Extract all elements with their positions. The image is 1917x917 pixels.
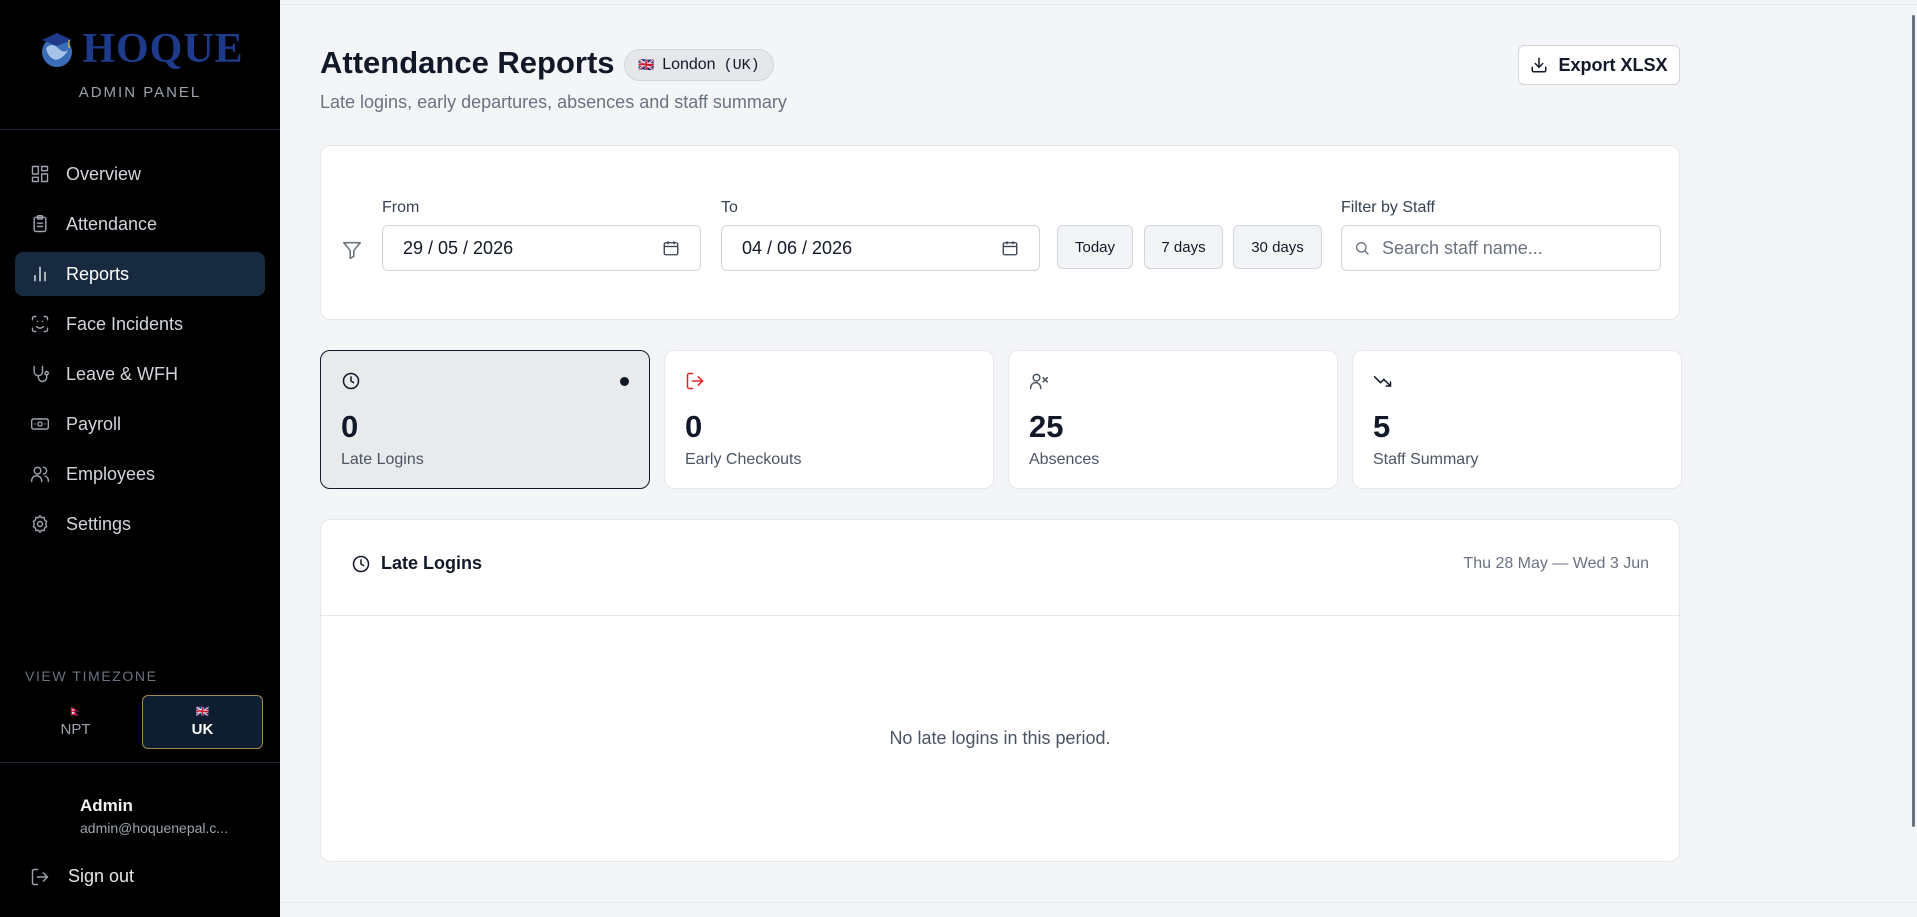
globe-logo-icon (36, 28, 78, 70)
late-logins-panel: Late Logins Thu 28 May — Wed 3 Jun No la… (320, 519, 1680, 862)
staff-search-input[interactable] (1382, 237, 1652, 259)
stat-label: Early Checkouts (685, 451, 802, 468)
stethoscope-icon (30, 364, 50, 384)
stat-label: Late Logins (341, 451, 424, 468)
stat-value: 0 (685, 409, 703, 444)
stat-value: 0 (341, 409, 359, 444)
stat-card-late-logins[interactable]: 0 Late Logins (320, 350, 650, 489)
nav-label: Reports (66, 263, 130, 284)
from-date-value: 29 / 05 / 2026 (403, 237, 514, 258)
filter-panel: From 29 / 05 / 2026 To 04 / 06 / 2026 To… (320, 145, 1680, 320)
stat-value: 5 (1373, 409, 1391, 444)
stat-card-staff-summary[interactable]: 5 Staff Summary (1352, 350, 1682, 489)
nav-item-employees[interactable]: Employees (15, 452, 265, 496)
staff-search-field[interactable] (1341, 225, 1661, 271)
staff-filter-label: Filter by Staff (1341, 199, 1435, 216)
selected-indicator (620, 377, 629, 386)
gear-icon (30, 514, 50, 534)
banknote-icon (30, 414, 50, 434)
nav-item-payroll[interactable]: Payroll (15, 402, 265, 446)
nav-label: Face Incidents (66, 313, 184, 334)
sign-out-button[interactable]: Sign out (30, 866, 134, 887)
panel-header: Late Logins Thu 28 May — Wed 3 Jun (321, 520, 1679, 616)
brand-name: HOQUE (82, 26, 244, 72)
clipboard-icon (30, 214, 50, 234)
nav-label: Overview (66, 163, 142, 184)
user-email: admin@hoquenepal.c... (80, 820, 229, 836)
sign-out-label: Sign out (68, 866, 135, 886)
filter-icon (341, 239, 363, 266)
stat-value: 25 (1029, 409, 1064, 444)
nav-item-leave-wfh[interactable]: Leave & WFH (15, 352, 265, 396)
nav-label: Employees (66, 463, 156, 484)
sidebar: HOQUE ADMIN PANEL Overview Attendance Re… (0, 0, 280, 917)
download-icon (1531, 57, 1547, 73)
timezone-title: VIEW TIMEZONE (25, 668, 158, 684)
uk-flag-icon: 🇬🇧 (638, 57, 655, 72)
clock-icon (352, 555, 370, 572)
nepal-flag-icon: 🇳🇵 (68, 705, 83, 718)
export-label: Export XLSX (1558, 54, 1668, 75)
logo[interactable]: HOQUE (36, 28, 243, 70)
preset-7-days-button[interactable]: 7 days (1144, 225, 1223, 269)
panel-title: Late Logins (351, 553, 482, 574)
nav-label: Attendance (66, 213, 158, 234)
page-scrollbar[interactable] (1912, 15, 1915, 827)
to-label: To (721, 199, 738, 216)
page-title: Attendance Reports (320, 45, 615, 80)
stat-label: Staff Summary (1373, 451, 1479, 468)
uk-flag-icon: 🇬🇧 (195, 705, 210, 718)
preset-today-button[interactable]: Today (1057, 225, 1133, 269)
timezone-switcher: VIEW TIMEZONE 🇳🇵 NPT 🇬🇧 UK (0, 660, 280, 763)
nav-item-overview[interactable]: Overview (15, 152, 265, 196)
to-date-value: 04 / 06 / 2026 (742, 237, 853, 258)
main-nav: Overview Attendance Reports Face Inciden… (0, 130, 280, 546)
stat-label: Absences (1029, 451, 1100, 468)
top-divider (280, 4, 1917, 5)
nav-item-reports[interactable]: Reports (15, 252, 265, 296)
preset-30-days-button[interactable]: 30 days (1233, 225, 1322, 269)
clock-icon (341, 371, 361, 396)
bar-chart-icon (30, 264, 50, 284)
nav-item-settings[interactable]: Settings (15, 502, 265, 546)
users-icon (30, 464, 50, 484)
nav-label: Leave & WFH (66, 363, 179, 384)
grid-icon (30, 164, 50, 184)
calendar-icon[interactable] (662, 239, 680, 257)
panel-title-text: Late Logins (381, 553, 483, 573)
stat-card-absences[interactable]: 25 Absences (1008, 350, 1338, 489)
log-out-icon (31, 868, 49, 885)
region-code: (UK) (723, 56, 760, 74)
page-subtitle: Late logins, early departures, absences … (320, 92, 787, 112)
nav-item-face-incidents[interactable]: Face Incidents (15, 302, 265, 346)
timezone-label: UK (191, 720, 214, 738)
to-date-input[interactable]: 04 / 06 / 2026 (721, 225, 1040, 271)
region-badge: 🇬🇧 London (UK) (624, 49, 774, 81)
nav-label: Settings (66, 513, 132, 534)
log-out-icon (685, 371, 705, 396)
nav-label: Payroll (66, 413, 122, 434)
export-xlsx-button[interactable]: Export XLSX (1518, 45, 1680, 85)
from-date-input[interactable]: 29 / 05 / 2026 (382, 225, 701, 271)
date-range-label: Thu 28 May — Wed 3 Jun (1463, 555, 1649, 572)
stat-card-early-checkouts[interactable]: 0 Early Checkouts (664, 350, 994, 489)
region-name: London (662, 56, 716, 73)
from-label: From (382, 199, 420, 216)
timezone-npt-button[interactable]: 🇳🇵 NPT (15, 695, 136, 749)
search-icon (1356, 242, 1369, 255)
brand-subtitle: ADMIN PANEL (78, 84, 202, 101)
timezone-uk-button[interactable]: 🇬🇧 UK (142, 695, 263, 749)
brand: HOQUE ADMIN PANEL (0, 0, 280, 130)
trending-down-icon (1373, 371, 1393, 396)
user-name: Admin (80, 796, 133, 815)
calendar-icon[interactable] (1001, 239, 1019, 257)
empty-state-message: No late logins in this period. (889, 728, 1111, 748)
nav-item-attendance[interactable]: Attendance (15, 202, 265, 246)
bottom-divider (280, 902, 1917, 903)
user-x-icon (1029, 371, 1049, 396)
timezone-label: NPT (60, 720, 91, 738)
face-scan-icon (30, 314, 50, 334)
